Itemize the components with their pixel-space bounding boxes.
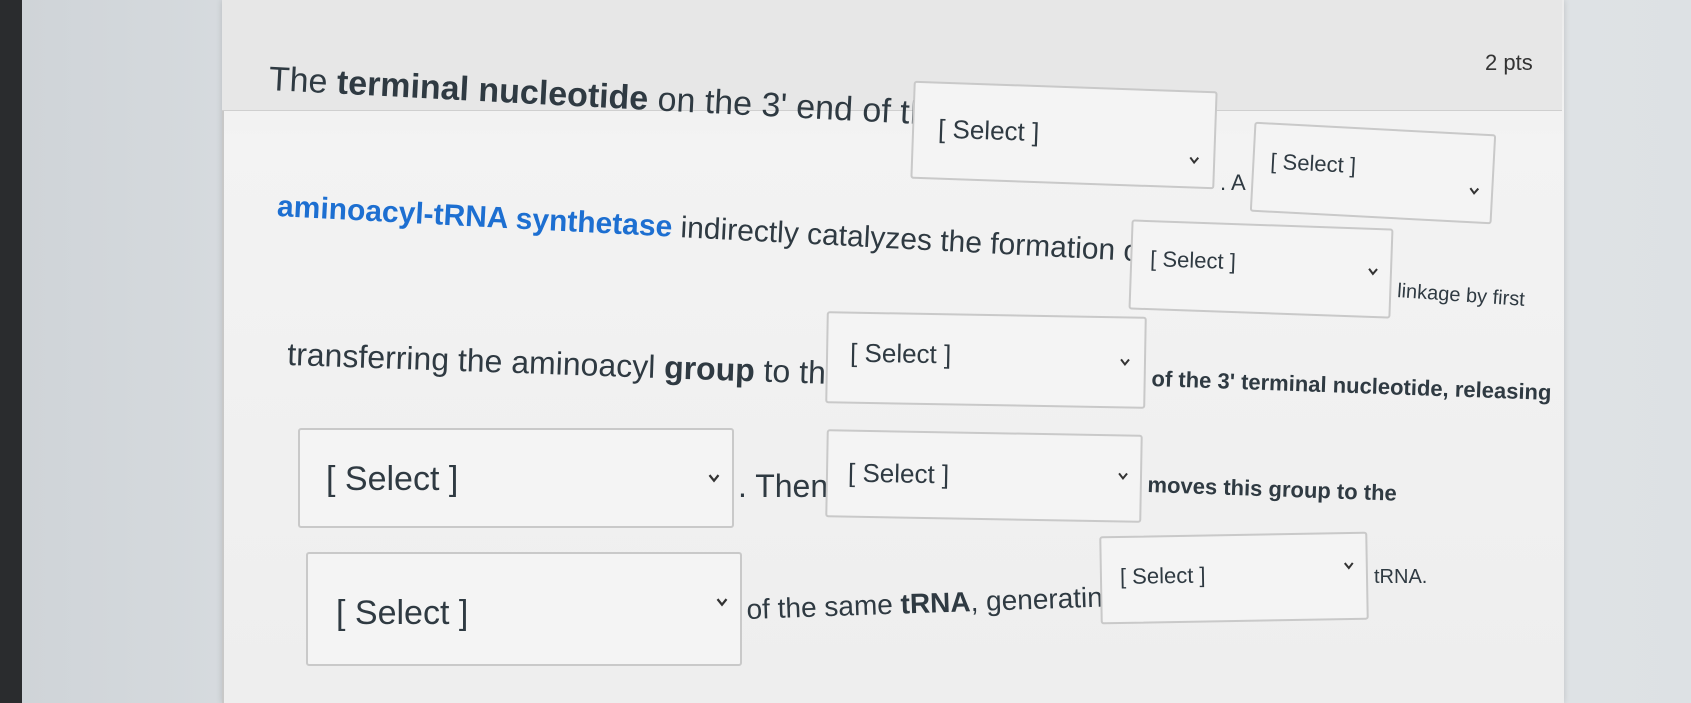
select-dropdown-5-value: [ Select ] xyxy=(326,460,459,498)
screen-bezel xyxy=(0,0,22,703)
chevron-down-icon xyxy=(1343,562,1354,572)
select-dropdown-3-value: [ Select ] xyxy=(1149,246,1237,275)
line-5-suffix: tRNA. xyxy=(1374,566,1428,588)
points-label: 2 pts xyxy=(1485,50,1533,75)
select-dropdown-6[interactable]: [ Select ] xyxy=(825,429,1143,523)
select-dropdown-3[interactable]: [ Select ] xyxy=(1128,219,1394,319)
chevron-down-icon xyxy=(708,474,720,484)
line-1-suffix: . A xyxy=(1220,170,1246,195)
select-dropdown-1[interactable]: [ Select ] xyxy=(910,80,1218,190)
line-4-then: . Then, xyxy=(738,468,838,504)
chevron-down-icon xyxy=(716,598,728,608)
select-dropdown-4[interactable]: [ Select ] xyxy=(825,311,1147,409)
select-dropdown-2[interactable]: [ Select ] xyxy=(1249,121,1497,225)
select-dropdown-2-value: [ Select ] xyxy=(1269,148,1357,179)
chevron-down-icon xyxy=(1118,472,1128,482)
select-dropdown-7[interactable]: [ Select ] xyxy=(306,552,742,666)
select-dropdown-1-value: [ Select ] xyxy=(937,113,1040,148)
chevron-down-icon xyxy=(1368,268,1378,278)
select-dropdown-8[interactable]: [ Select ] xyxy=(1099,531,1369,625)
bold-term-trna: tRNA xyxy=(899,586,972,620)
select-dropdown-6-value: [ Select ] xyxy=(847,457,950,490)
select-dropdown-4-value: [ Select ] xyxy=(849,337,952,370)
chevron-down-icon xyxy=(1189,156,1200,166)
select-dropdown-8-value: [ Select ] xyxy=(1119,562,1206,589)
bold-term-group: group xyxy=(663,349,756,389)
select-dropdown-7-value: [ Select ] xyxy=(336,594,469,632)
chevron-down-icon xyxy=(1469,187,1480,198)
select-dropdown-5[interactable]: [ Select ] xyxy=(298,428,734,528)
chevron-down-icon xyxy=(1120,358,1130,368)
